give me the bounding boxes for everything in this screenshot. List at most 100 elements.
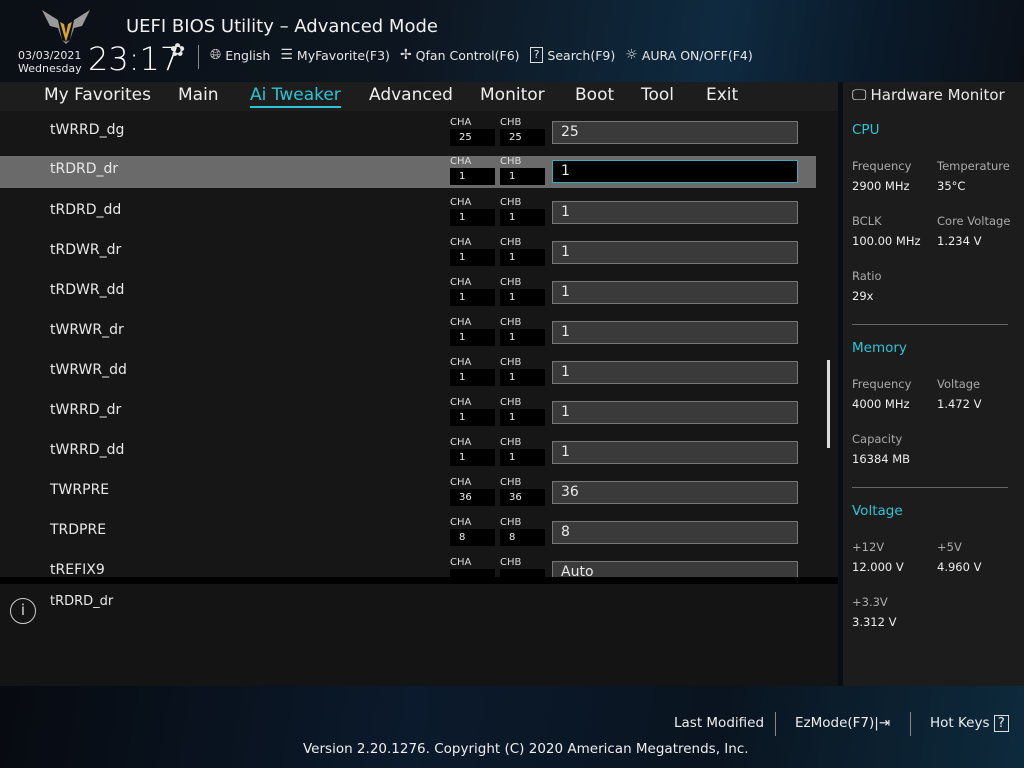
footer: Last Modified EzMode(F7)|⇥ Hot Keys ? Ve… (0, 686, 1024, 768)
tab-boot[interactable]: Boot (575, 85, 614, 105)
tab-tool[interactable]: Tool (641, 85, 674, 105)
search-help-icon: ? (529, 47, 544, 63)
tab-my-favorites[interactable]: My Favorites (44, 85, 151, 105)
cha-label: CHA (450, 477, 472, 488)
cha-readout: CHA 1 (450, 317, 495, 346)
cha-value: 36 (450, 489, 495, 506)
divider (910, 712, 911, 736)
chb-value: 1 (500, 369, 545, 386)
chb-value: 36 (500, 489, 545, 506)
chb-label: CHB (500, 317, 522, 328)
cha-label: CHA (450, 357, 472, 368)
chb-readout: CHB 1 (500, 357, 545, 386)
toolbar: 🌐︎ English ☰ MyFavorite(F3) ✢ Qfan Control(… (210, 47, 753, 63)
tab-main[interactable]: Main (178, 85, 219, 105)
language-button[interactable]: 🌐︎ English (210, 47, 270, 63)
setting-label: tWRRD_dd (50, 442, 125, 458)
chb-label: CHB (500, 197, 522, 208)
aura-light-icon: ☼ (625, 47, 638, 63)
setting-label: tRDWR_dd (50, 282, 125, 298)
hardware-monitor-title: 🖵︎ Hardware Monitor (852, 86, 1005, 104)
v12: 12.000 V (852, 560, 904, 574)
language-label: English (225, 47, 271, 63)
info-icon: i (10, 598, 36, 624)
clock: 23:17 (88, 40, 181, 78)
chb-label: CHB (500, 557, 522, 568)
qfan-button[interactable]: ✢ Qfan Control(F6) (400, 47, 520, 63)
setting-row[interactable]: TWRPRE CHA 36 CHB 36 36 (0, 473, 816, 509)
setting-value-input[interactable]: 1 (552, 281, 798, 304)
chb-label: CHB (500, 437, 522, 448)
cpu-frequency: 2900 MHz (852, 179, 910, 193)
cha-value: 1 (450, 249, 495, 266)
globe-icon: 🌐︎ (210, 47, 222, 63)
setting-value-input[interactable]: 1 (552, 401, 798, 424)
setting-row[interactable]: tWRRD_dd CHA 1 CHB 1 1 (0, 433, 816, 469)
help-text: tRDRD_dr (50, 594, 114, 609)
capacity: 16384 MB (852, 452, 911, 466)
setting-value-input[interactable]: 1 (552, 241, 798, 264)
tab-monitor[interactable]: Monitor (480, 85, 545, 105)
setting-row[interactable]: TRDPRE CHA 8 CHB 8 8 (0, 513, 816, 549)
scrollbar[interactable] (827, 360, 830, 448)
setting-label: tRDRD_dd (50, 202, 122, 218)
weekday: Wednesday (18, 62, 82, 75)
ratio-label: Ratio (852, 269, 882, 283)
setting-value-input[interactable]: 1 (552, 321, 798, 344)
v33-label: +3.3V (852, 595, 888, 609)
cha-readout: CHA (450, 557, 495, 577)
chb-readout: CHB 1 (500, 317, 545, 346)
cha-value (450, 569, 495, 577)
chb-readout: CHB 1 (500, 397, 545, 426)
chb-value: 1 (500, 329, 545, 346)
aura-button[interactable]: ☼ AURA ON/OFF(F4) (625, 47, 752, 63)
core-voltage: 1.234 V (937, 234, 982, 248)
setting-value-input[interactable]: 1 (552, 201, 798, 224)
setting-value-input[interactable]: 36 (552, 481, 798, 504)
chb-value (500, 569, 545, 577)
cha-readout: CHA 1 (450, 357, 495, 386)
setting-value-input[interactable]: 1 (552, 361, 798, 384)
setting-row[interactable]: tWRWR_dd CHA 1 CHB 1 1 (0, 353, 816, 389)
setting-row[interactable]: tWRRD_dr CHA 1 CHB 1 1 (0, 393, 816, 429)
tab-advanced[interactable]: Advanced (369, 85, 453, 105)
copyright: Version 2.20.1276. Copyright (C) 2020 Am… (303, 741, 749, 757)
setting-row[interactable]: tRDRD_dd CHA 1 CHB 1 1 (0, 193, 816, 229)
setting-value-input[interactable]: 25 (552, 121, 798, 144)
setting-label: tREFIX9 (50, 562, 105, 577)
tab-exit[interactable]: Exit (706, 85, 738, 105)
setting-row[interactable]: tRDWR_dd CHA 1 CHB 1 1 (0, 273, 816, 309)
setting-value-input[interactable]: 8 (552, 521, 798, 544)
chb-readout: CHB 1 (500, 237, 545, 266)
title: Hardware Monitor (870, 86, 1005, 104)
gear-icon[interactable]: ✿ (170, 40, 185, 61)
capacity-label: Capacity (852, 432, 903, 446)
ezmode-label: EzMode(F7)| (795, 715, 879, 731)
ezmode-button[interactable]: EzMode(F7)|⇥ (795, 715, 890, 731)
chb-label: CHB (500, 237, 522, 248)
hotkeys-button[interactable]: Hot Keys ? (930, 715, 1009, 732)
myfavorite-button[interactable]: ☰ MyFavorite(F3) (280, 47, 390, 63)
setting-row[interactable]: tWRRD_dg CHA 25 CHB 25 25 (0, 113, 816, 149)
last-modified-button[interactable]: Last Modified (674, 715, 764, 731)
cha-readout: CHA 1 (450, 437, 495, 466)
v12-label: +12V (852, 540, 885, 554)
hardware-monitor: 🖵︎ Hardware Monitor CPU Frequency 2900 MH… (843, 82, 1024, 686)
setting-row[interactable]: tRDRD_dr CHA 1 CHB 1 1 (0, 156, 816, 188)
setting-value-input[interactable]: 1 (552, 441, 798, 464)
setting-row[interactable]: tRDWR_dr CHA 1 CHB 1 1 (0, 233, 816, 269)
setting-row[interactable]: tREFIX9 CHA CHB Auto (0, 553, 816, 577)
tab-ai-tweaker[interactable]: Ai Tweaker (250, 85, 341, 108)
setting-row[interactable]: tWRWR_dr CHA 1 CHB 1 1 (0, 313, 816, 349)
cha-readout: CHA 8 (450, 517, 495, 546)
setting-value-input[interactable]: Auto (552, 561, 798, 577)
chb-readout: CHB 1 (500, 156, 545, 185)
chb-readout: CHB 1 (500, 277, 545, 306)
hotkeys-label: Hot Keys (930, 715, 990, 731)
setting-value-input[interactable]: 1 (552, 160, 798, 183)
fan-icon: ✢ (399, 47, 412, 63)
search-button[interactable]: ? Search(F9) (529, 47, 615, 63)
mem-frequency: 4000 MHz (852, 397, 910, 411)
cha-value: 1 (450, 449, 495, 466)
cpu-frequency-label: Frequency (852, 159, 912, 173)
